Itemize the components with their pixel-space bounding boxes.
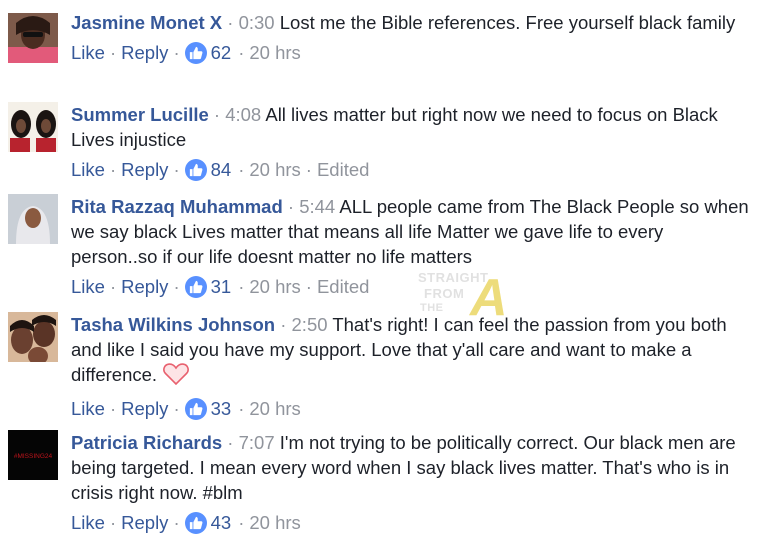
separator: · [287,196,295,217]
comment-author[interactable]: Summer Lucille [71,104,209,125]
watermark-logo: STRAIGHT FROM THE A [418,268,528,330]
thumbs-up-icon[interactable] [184,42,207,64]
comment-actions: Like · Reply · 43 · 20 hrs [71,510,751,536]
watermark-letter: A [470,269,509,327]
separator: · [238,276,245,297]
like-link[interactable]: Like [71,274,105,300]
watermark-line: THE [420,302,444,314]
watermark-line: FROM [424,286,465,301]
separator: · [173,398,180,419]
separator: · [109,159,117,180]
separator: · [238,512,245,533]
like-link[interactable]: Like [71,40,105,66]
avatar[interactable] [8,194,58,244]
edited-label[interactable]: Edited [317,157,369,183]
comment-author[interactable]: Jasmine Monet X [71,12,222,33]
separator: · [173,42,180,63]
separator: · [109,276,117,297]
comment-author[interactable]: Patricia Richards [71,432,222,453]
separator: · [213,104,221,125]
edited-label[interactable]: Edited [317,274,369,300]
like-link[interactable]: Like [71,510,105,536]
comment-body: Tasha Wilkins Johnson · 2:50 That's righ… [71,312,751,422]
separator: · [173,159,180,180]
separator: · [173,512,180,533]
avatar-photo [8,312,58,362]
comment-body: Jasmine Monet X · 0:30 Lost me the Bible… [71,10,751,66]
avatar-hashtag: #MISSING24 [14,453,53,460]
like-link[interactable]: Like [71,157,105,183]
comment-text-line: Jasmine Monet X · 0:30 Lost me the Bible… [71,10,751,35]
comment-timestamp[interactable]: 2:50 [292,314,328,335]
avatar-photo [8,13,58,63]
separator: · [305,276,312,297]
comment-text-line: Tasha Wilkins Johnson · 2:50 That's righ… [71,312,751,391]
thumbs-up-icon[interactable] [184,398,207,420]
comment-timestamp[interactable]: 4:08 [225,104,261,125]
comment-body: Patricia Richards · 7:07 I'm not trying … [71,430,751,536]
separator: · [238,398,245,419]
comment-text: Lost me the Bible references. Free yours… [279,12,736,33]
comment-timestamp[interactable]: 0:30 [239,12,275,33]
comment-timestamp[interactable]: 7:07 [239,432,275,453]
separator: · [238,159,245,180]
avatar[interactable] [8,102,58,152]
comment-timestamp[interactable]: 5:44 [299,196,335,217]
reply-link[interactable]: Reply [121,40,168,66]
separator: · [227,432,234,453]
like-count[interactable]: 62 [211,40,232,66]
comment-age[interactable]: 20 hrs [249,396,300,422]
thumbs-up-icon[interactable] [184,276,207,298]
like-link[interactable]: Like [71,396,105,422]
separator: · [109,42,117,63]
comment-actions: Like · Reply · 31 · 20 hrs · Edited [71,274,751,300]
comment-age[interactable]: 20 hrs [249,510,300,536]
separator: · [109,398,117,419]
separator: · [173,276,180,297]
heart-icon [163,363,190,391]
comment-text-line: Rita Razzaq Muhammad · 5:44 ALL people c… [71,194,751,269]
reply-link[interactable]: Reply [121,157,168,183]
avatar-photo [8,194,58,244]
like-count[interactable]: 31 [211,274,232,300]
separator: · [305,159,312,180]
comment-text-line: Patricia Richards · 7:07 I'm not trying … [71,430,751,505]
like-count[interactable]: 33 [211,396,232,422]
avatar-photo: #MISSING24 [8,430,58,480]
comment-actions: Like · Reply · 33 · 20 hrs [71,396,751,422]
like-count[interactable]: 84 [211,157,232,183]
reply-link[interactable]: Reply [121,396,168,422]
thumbs-up-icon[interactable] [184,512,207,534]
like-count[interactable]: 43 [211,510,232,536]
comment-age[interactable]: 20 hrs [249,157,300,183]
comment-actions: Like · Reply · 62 · 20 hrs [71,40,751,66]
reply-link[interactable]: Reply [121,274,168,300]
comment-text-line: Summer Lucille · 4:08 All lives matter b… [71,102,751,152]
separator: · [227,12,234,33]
avatar[interactable] [8,13,58,63]
separator: · [280,314,287,335]
comment-feed: Jasmine Monet X · 0:30 Lost me the Bible… [0,0,768,538]
reply-link[interactable]: Reply [121,510,168,536]
comment-age[interactable]: 20 hrs [249,274,300,300]
avatar[interactable] [8,312,58,362]
avatar[interactable]: #MISSING24 [8,430,58,480]
comment-body: Summer Lucille · 4:08 All lives matter b… [71,102,751,183]
avatar-photo [8,102,58,152]
comment-age[interactable]: 20 hrs [249,40,300,66]
comment-body: Rita Razzaq Muhammad · 5:44 ALL people c… [71,194,751,300]
comment-author[interactable]: Rita Razzaq Muhammad [71,196,283,217]
separator: · [109,512,117,533]
thumbs-up-icon[interactable] [184,159,207,181]
comment-author[interactable]: Tasha Wilkins Johnson [71,314,275,335]
separator: · [238,42,245,63]
comment-actions: Like · Reply · 84 · 20 hrs · Edited [71,157,751,183]
